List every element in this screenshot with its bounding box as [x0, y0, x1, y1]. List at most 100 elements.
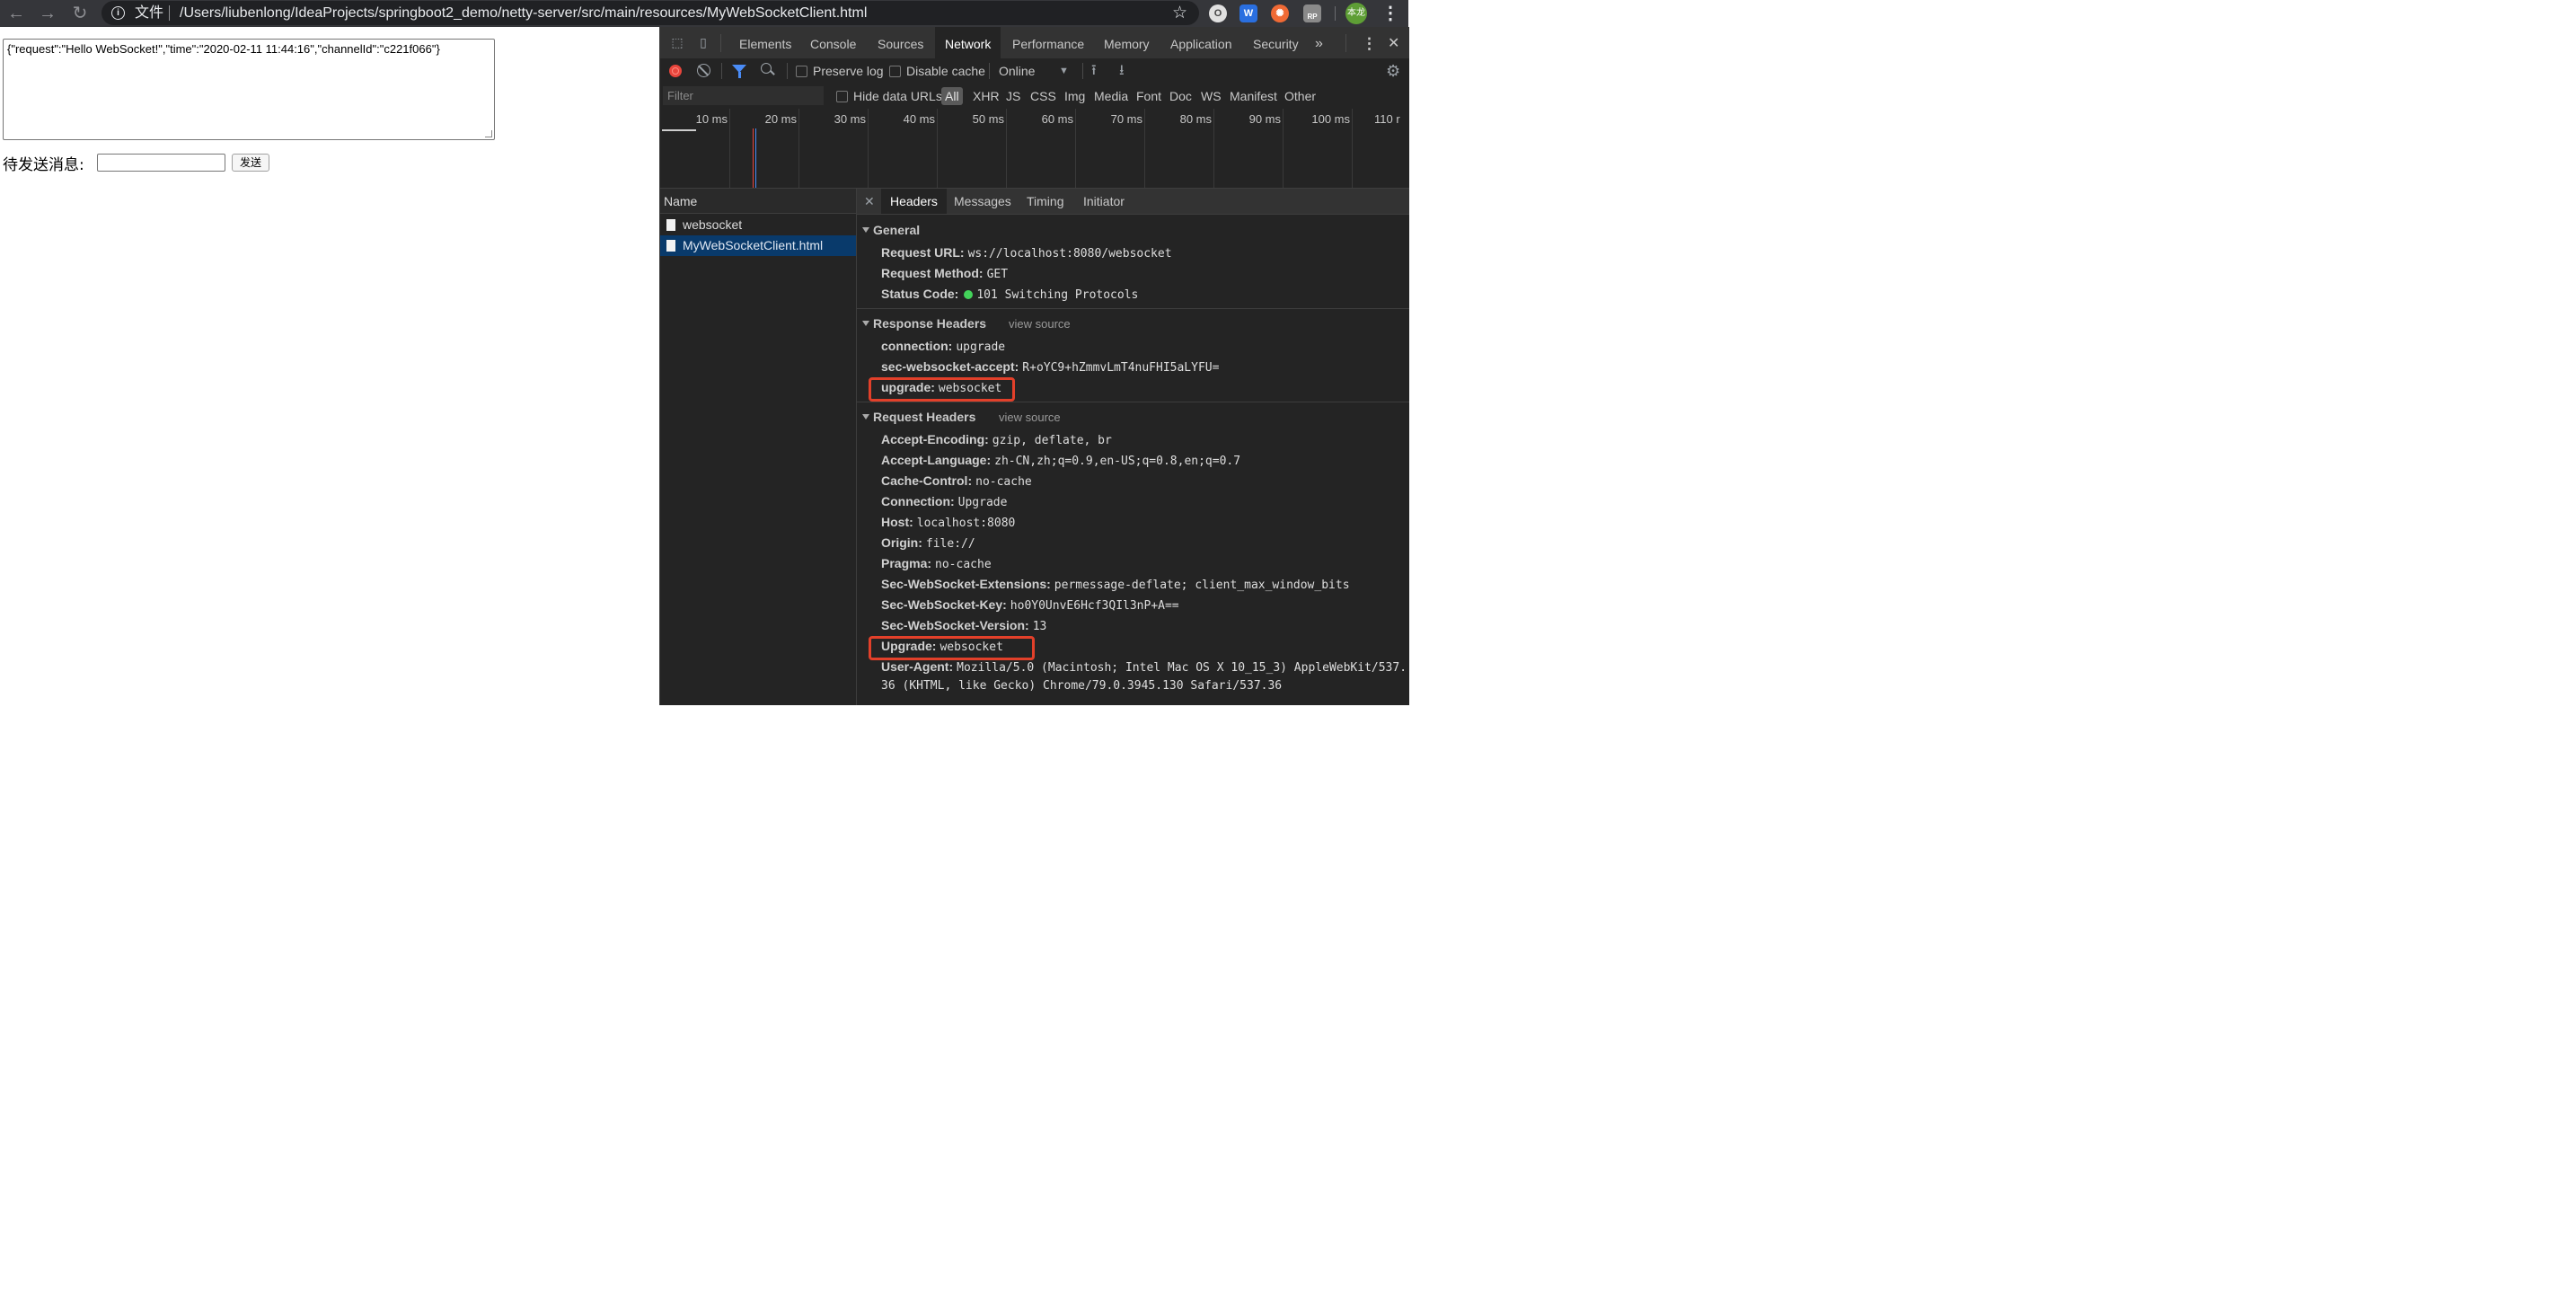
- info-icon[interactable]: i: [111, 6, 125, 20]
- search-icon[interactable]: [761, 63, 772, 74]
- tab-application[interactable]: Application: [1170, 27, 1232, 58]
- bookmark-star-icon[interactable]: ☆: [1172, 1, 1187, 25]
- opera-icon[interactable]: O: [1209, 4, 1227, 22]
- page-content: {"request":"Hello WebSocket!","time":"20…: [0, 27, 659, 705]
- type-filter-media[interactable]: Media: [1094, 84, 1128, 109]
- reload-icon[interactable]: ↻: [69, 0, 91, 27]
- inspect-element-icon[interactable]: ⬚: [670, 35, 684, 49]
- header-name: Host:: [881, 515, 913, 529]
- type-filter-css[interactable]: CSS: [1030, 84, 1056, 109]
- throttling-select[interactable]: Online: [999, 58, 1035, 84]
- tab-initiator[interactable]: Initiator: [1083, 189, 1125, 214]
- export-har-icon[interactable]: ⭳: [1119, 58, 1125, 84]
- tab-elements[interactable]: Elements: [739, 27, 791, 58]
- request-view-source-link[interactable]: view source: [999, 411, 1061, 424]
- devtools-menu-icon[interactable]: ⋮: [1362, 27, 1377, 58]
- file-icon: [666, 240, 675, 252]
- import-har-icon[interactable]: ⭱: [1091, 58, 1097, 84]
- settings-gear-icon[interactable]: ⚙: [1386, 58, 1400, 84]
- tab-security[interactable]: Security: [1253, 27, 1299, 58]
- header-value: file://: [925, 537, 975, 551]
- tab-console[interactable]: Console: [810, 27, 856, 58]
- general-section-toggle[interactable]: General: [862, 223, 920, 237]
- response-headers-title: Response Headers: [873, 316, 987, 331]
- devtools-tab-bar: ⬚ ▯ Elements Console Sources Network Per…: [660, 27, 1409, 59]
- type-filter-doc[interactable]: Doc: [1169, 84, 1192, 109]
- type-filter-ws[interactable]: WS: [1201, 84, 1222, 109]
- request-row-html[interactable]: MyWebSocketClient.html: [660, 235, 856, 256]
- forward-arrow-icon[interactable]: →: [37, 0, 58, 27]
- timeline-tick: 70 ms: [1110, 112, 1142, 126]
- request-headers-title: Request Headers: [873, 410, 976, 424]
- header-name: Cache-Control:: [881, 473, 973, 488]
- type-filter-all[interactable]: All: [941, 87, 963, 105]
- tab-timing[interactable]: Timing: [1027, 189, 1064, 214]
- header-row: User-Agent: Mozilla/5.0 (Macintosh; Intel…: [881, 659, 1407, 675]
- chevron-down-icon[interactable]: ▼: [1059, 58, 1069, 84]
- detail-tab-bar: ✕ Headers Messages Timing Initiator: [857, 189, 1409, 215]
- header-name: Accept-Encoding:: [881, 432, 989, 446]
- preserve-log-checkbox[interactable]: [796, 66, 807, 77]
- timeline-tick: 30 ms: [834, 112, 866, 126]
- tab-memory[interactable]: Memory: [1104, 27, 1150, 58]
- orange-extension-icon[interactable]: ✺: [1271, 4, 1289, 22]
- filter-icon[interactable]: [732, 65, 746, 78]
- w-extension-icon[interactable]: W: [1239, 4, 1257, 22]
- tab-headers[interactable]: Headers: [881, 189, 947, 214]
- disable-cache-checkbox[interactable]: [889, 66, 901, 77]
- type-filter-manifest[interactable]: Manifest: [1230, 84, 1277, 109]
- type-filter-xhr[interactable]: XHR: [973, 84, 1000, 109]
- type-filter-img[interactable]: Img: [1064, 84, 1085, 109]
- timeline-tick: 10 ms: [695, 112, 728, 126]
- filter-input[interactable]: Filter: [663, 86, 824, 105]
- timeline-request-bar: [662, 129, 696, 131]
- request-row-websocket[interactable]: websocket: [660, 215, 856, 235]
- disable-cache-label: Disable cache: [906, 64, 985, 78]
- address-bar[interactable]: i 文件 /Users/liubenlong/IdeaProjects/spri…: [101, 1, 1199, 25]
- type-filter-js[interactable]: JS: [1006, 84, 1020, 109]
- type-filter-other[interactable]: Other: [1284, 84, 1316, 109]
- header-row: Sec-WebSocket-Key: ho0Y0UnvE6Hcf3QIl3nP+A…: [881, 597, 1179, 613]
- header-value: zh-CN,zh;q=0.9,en-US;q=0.8,en;q=0.7: [994, 455, 1241, 468]
- browser-menu-icon[interactable]: ⋮: [1381, 0, 1399, 27]
- hide-data-urls-checkbox[interactable]: [836, 91, 848, 102]
- message-textarea[interactable]: {"request":"Hello WebSocket!","time":"20…: [3, 39, 495, 140]
- tab-messages[interactable]: Messages: [954, 189, 1011, 214]
- network-filter-bar: Filter Hide data URLs All XHR JS CSS Img…: [660, 84, 1409, 110]
- response-headers-toggle[interactable]: Response Headers: [862, 316, 986, 331]
- header-name: connection:: [881, 339, 953, 353]
- back-arrow-icon[interactable]: ←: [5, 0, 27, 27]
- load-event-marker: [753, 128, 754, 188]
- header-value: ws://localhost:8080/websocket: [967, 247, 1172, 261]
- rp-extension-icon[interactable]: RP: [1303, 4, 1321, 22]
- more-tabs-icon[interactable]: »: [1315, 27, 1323, 58]
- name-column-header[interactable]: Name: [660, 189, 856, 214]
- close-detail-icon[interactable]: ✕: [864, 189, 875, 214]
- network-timeline-overview[interactable]: 10 ms 20 ms 30 ms 40 ms 50 ms 60 ms 70 m…: [660, 109, 1409, 189]
- record-button[interactable]: [669, 65, 682, 77]
- header-name: Sec-WebSocket-Key:: [881, 597, 1007, 612]
- send-message-input[interactable]: [97, 154, 225, 172]
- send-button[interactable]: 发送: [232, 154, 269, 172]
- section-divider: [857, 308, 1409, 309]
- request-headers-toggle[interactable]: Request Headers: [862, 410, 975, 424]
- header-value: 13: [1032, 620, 1047, 633]
- address-url[interactable]: /Users/liubenlong/IdeaProjects/springboo…: [180, 1, 867, 25]
- tab-performance[interactable]: Performance: [1012, 27, 1084, 58]
- header-name: Request URL:: [881, 245, 965, 260]
- profile-avatar[interactable]: 本龙: [1345, 3, 1367, 24]
- response-view-source-link[interactable]: view source: [1009, 317, 1071, 331]
- header-row: Origin: file://: [881, 535, 975, 551]
- timeline-tick: 80 ms: [1179, 112, 1212, 126]
- close-devtools-icon[interactable]: ✕: [1388, 27, 1399, 58]
- header-name: Accept-Language:: [881, 453, 992, 467]
- clear-icon[interactable]: [697, 64, 710, 77]
- tab-network[interactable]: Network: [935, 27, 1001, 58]
- device-toolbar-icon[interactable]: ▯: [696, 35, 710, 49]
- timeline-tick: 90 ms: [1248, 112, 1281, 126]
- tab-sources[interactable]: Sources: [878, 27, 923, 58]
- timeline-tick: 110 r: [1374, 112, 1400, 126]
- header-row: Connection: Upgrade: [881, 494, 1007, 509]
- timeline-gridline: [1006, 109, 1007, 188]
- type-filter-font[interactable]: Font: [1136, 84, 1161, 109]
